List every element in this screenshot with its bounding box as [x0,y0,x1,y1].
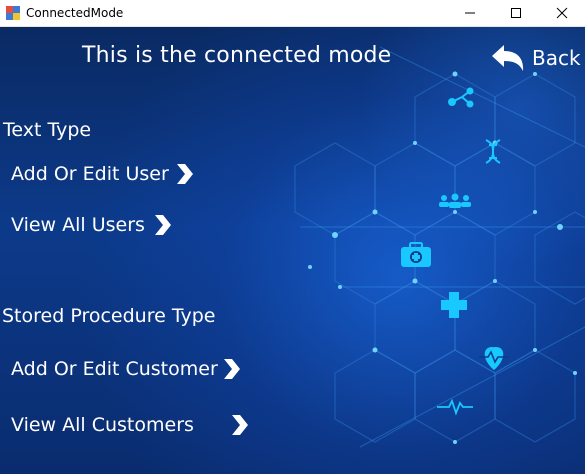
nav-label: View All Users [11,214,145,236]
view-all-users-link[interactable]: View All Users [11,213,173,237]
app-window: ConnectedMode This is the connected mode… [0,0,585,474]
nav-label: View All Customers [11,414,194,436]
chevron-right-icon [176,164,193,184]
back-label: Back [532,46,581,70]
add-or-edit-user-link[interactable]: Add Or Edit User [11,162,195,186]
minimize-icon [465,12,475,14]
nav-label: Add Or Edit Customer [11,358,218,380]
curved-arrow-left-icon [492,45,524,71]
client-area: This is the connected mode Back Text Typ… [0,27,585,474]
back-button[interactable]: Back [490,41,581,75]
chevron-right-icon [223,359,240,379]
cross-icon [441,292,467,318]
app-icon [6,6,20,20]
minimize-button[interactable] [447,0,493,26]
maximize-icon [511,8,521,18]
nav-label: Add Or Edit User [11,163,169,185]
add-or-edit-customer-link[interactable]: Add Or Edit Customer [11,357,242,381]
close-icon [556,7,568,19]
close-button[interactable] [539,0,585,26]
medical-kit-icon [401,242,431,267]
view-all-customers-link[interactable]: View All Customers [11,413,250,437]
title-bar: ConnectedMode [0,0,585,27]
section-label-text-type: Text Type [3,119,92,141]
page-title: This is the connected mode [82,43,392,68]
molecule-icon [448,87,474,108]
section-label-stored-procedure-type: Stored Procedure Type [2,305,216,327]
hexagon-network-background [294,46,585,448]
window-title: ConnectedMode [26,6,124,20]
chevron-right-icon [154,215,171,235]
chevron-right-icon [231,415,248,435]
window-controls [447,0,585,26]
maximize-button[interactable] [493,0,539,26]
